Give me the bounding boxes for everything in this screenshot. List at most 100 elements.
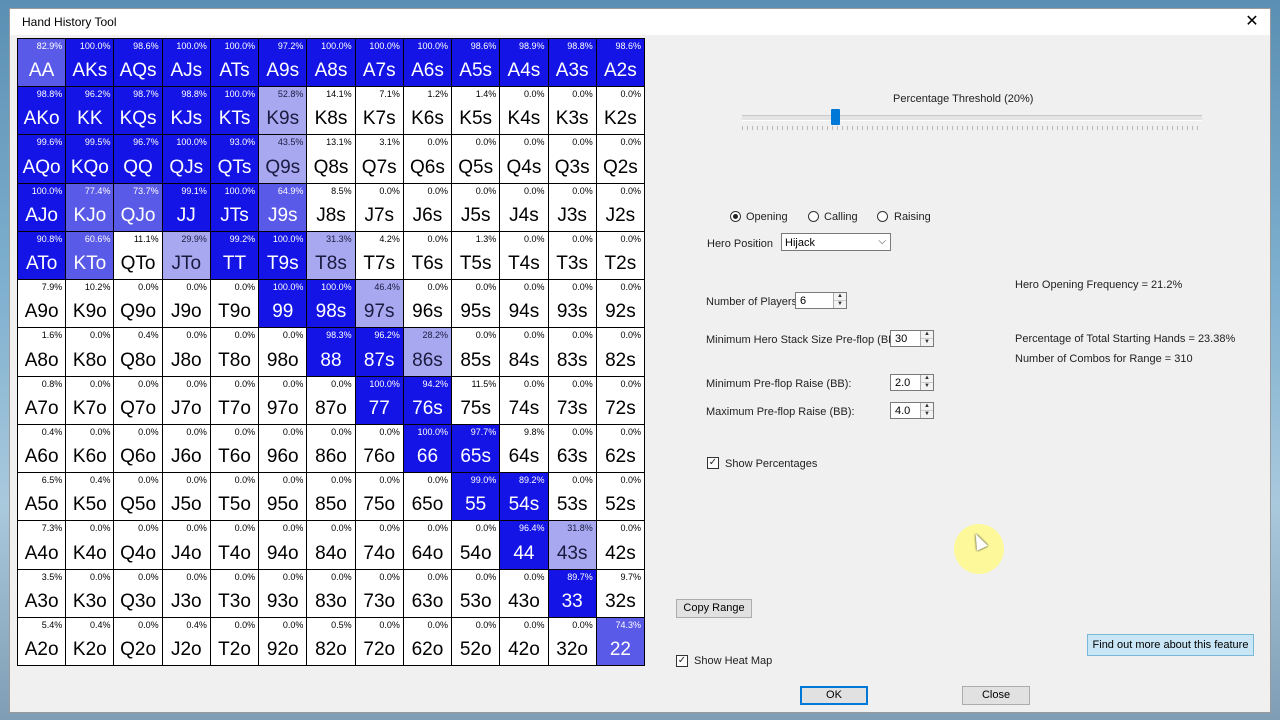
show-heat-map-checkbox[interactable]: ✓: [676, 655, 688, 667]
hand-cell[interactable]: 90.8% ATo: [18, 231, 66, 280]
hand-cell[interactable]: 0.0% T4o: [210, 521, 259, 569]
hand-cell[interactable]: 100.0% A6s: [403, 39, 452, 87]
hand-cell[interactable]: 0.0% J7o: [162, 376, 210, 424]
hand-cell[interactable]: 0.0% 84s: [500, 328, 548, 376]
hand-cell[interactable]: 0.0% 94s: [500, 280, 548, 328]
hand-cell[interactable]: 0.0% 64o: [403, 521, 452, 569]
hand-cell[interactable]: 0.0% 93s: [548, 280, 596, 328]
hand-cell[interactable]: 9.8% 64s: [500, 424, 548, 473]
hand-cell[interactable]: 0.0% 82s: [596, 328, 644, 376]
hand-cell[interactable]: 0.4% A6o: [18, 424, 66, 473]
hand-cell[interactable]: 11.5% 75s: [452, 376, 500, 424]
hand-cell[interactable]: 7.9% A9o: [18, 280, 66, 328]
hand-cell[interactable]: 0.0% T8o: [210, 328, 259, 376]
hand-cell[interactable]: 0.0% Q4o: [114, 521, 162, 569]
hand-cell[interactable]: 0.0% 73o: [355, 569, 403, 617]
hand-cell[interactable]: 0.0% K4s: [500, 87, 548, 135]
hand-cell[interactable]: 0.0% 42o: [500, 617, 548, 665]
hand-cell[interactable]: 0.0% J4o: [162, 521, 210, 569]
hand-cell[interactable]: 0.0% J8o: [162, 328, 210, 376]
hand-cell[interactable]: 0.0% 62o: [403, 617, 452, 665]
hand-cell[interactable]: 0.0% T2s: [596, 231, 644, 280]
hand-cell[interactable]: 0.0% K7o: [66, 376, 114, 424]
hand-cell[interactable]: 0.0% K3o: [66, 569, 114, 617]
hand-cell[interactable]: 4.2% T7s: [355, 231, 403, 280]
hand-cell[interactable]: 31.3% T8s: [307, 231, 355, 280]
hand-cell[interactable]: 99.0% 55: [452, 473, 500, 521]
hand-cell[interactable]: 0.0% 96o: [259, 424, 307, 473]
hand-cell[interactable]: 97.7% 65s: [452, 424, 500, 473]
hand-cell[interactable]: 0.0% 95o: [259, 473, 307, 521]
hero-position-select[interactable]: Hijack ⌵: [781, 233, 891, 251]
hand-cell[interactable]: 100.0% 77: [355, 376, 403, 424]
hand-cell[interactable]: 0.0% 85s: [452, 328, 500, 376]
hand-cell[interactable]: 31.8% 43s: [548, 521, 596, 569]
hand-cell[interactable]: 0.0% 84o: [307, 521, 355, 569]
hand-cell[interactable]: 0.0% K8o: [66, 328, 114, 376]
ok-button[interactable]: OK: [800, 686, 868, 705]
hand-cell[interactable]: 98.8% KJs: [162, 87, 210, 135]
hand-cell[interactable]: 0.0% Q5o: [114, 473, 162, 521]
hand-cell[interactable]: 0.0% 95s: [452, 280, 500, 328]
hand-cell[interactable]: 100.0% 66: [403, 424, 452, 473]
hand-cell[interactable]: 100.0% AJo: [18, 183, 66, 231]
min-raise-stepper[interactable]: 2.0 ▲ ▼: [890, 374, 934, 391]
hand-cell[interactable]: 100.0% T9s: [259, 231, 307, 280]
max-raise-stepper[interactable]: 4.0 ▲ ▼: [890, 402, 934, 419]
hand-cell[interactable]: 98.9% A4s: [500, 39, 548, 87]
hand-cell[interactable]: 3.1% Q7s: [355, 135, 403, 183]
hand-cell[interactable]: 99.6% AQo: [18, 135, 66, 183]
spin-up-icon[interactable]: ▲: [921, 375, 933, 383]
spin-up-icon[interactable]: ▲: [834, 293, 846, 301]
hand-cell[interactable]: 98.8% AKo: [18, 87, 66, 135]
hand-cell[interactable]: 0.0% J3o: [162, 569, 210, 617]
hand-cell[interactable]: 0.0% K6o: [66, 424, 114, 473]
hand-cell[interactable]: 96.7% QQ: [114, 135, 162, 183]
hand-cell[interactable]: 13.1% Q8s: [307, 135, 355, 183]
hand-cell[interactable]: 96.2% 87s: [355, 328, 403, 376]
hand-cell[interactable]: 0.0% T7o: [210, 376, 259, 424]
hand-cell[interactable]: 0.0% J6s: [403, 183, 452, 231]
hand-cell[interactable]: 73.7% QJo: [114, 183, 162, 231]
hand-cell[interactable]: 100.0% ATs: [210, 39, 259, 87]
hand-cell[interactable]: 1.3% T5s: [452, 231, 500, 280]
find-out-more-button[interactable]: Find out more about this feature: [1087, 634, 1254, 656]
hand-cell[interactable]: 9.7% 32s: [596, 569, 644, 617]
hand-cell[interactable]: 0.5% 82o: [307, 617, 355, 665]
hand-cell[interactable]: 46.4% 97s: [355, 280, 403, 328]
hand-cell[interactable]: 100.0% QJs: [162, 135, 210, 183]
hand-cell[interactable]: 98.6% A2s: [596, 39, 644, 87]
hand-cell[interactable]: 98.7% KQs: [114, 87, 162, 135]
hand-cell[interactable]: 0.0% 74o: [355, 521, 403, 569]
hand-cell[interactable]: 0.0% 92s: [596, 280, 644, 328]
hand-cell[interactable]: 7.1% K7s: [355, 87, 403, 135]
hand-cell[interactable]: 99.2% TT: [210, 231, 259, 280]
hand-cell[interactable]: 0.0% T4s: [500, 231, 548, 280]
radio-raising[interactable]: [877, 211, 888, 222]
hand-cell[interactable]: 0.0% 75o: [355, 473, 403, 521]
hand-cell[interactable]: 100.0% AKs: [66, 39, 114, 87]
hand-cell[interactable]: 0.0% 96s: [403, 280, 452, 328]
radio-calling[interactable]: [808, 211, 819, 222]
hand-cell[interactable]: 0.0% 63s: [548, 424, 596, 473]
hand-cell[interactable]: 0.0% 98o: [259, 328, 307, 376]
hand-cell[interactable]: 0.0% 97o: [259, 376, 307, 424]
hand-cell[interactable]: 0.0% J9o: [162, 280, 210, 328]
spin-down-icon[interactable]: ▼: [921, 411, 933, 419]
hand-cell[interactable]: 0.0% T9o: [210, 280, 259, 328]
spin-up-icon[interactable]: ▲: [921, 403, 933, 411]
hand-cell[interactable]: 0.0% 72o: [355, 617, 403, 665]
hand-cell[interactable]: 89.7% 33: [548, 569, 596, 617]
spin-down-icon[interactable]: ▼: [921, 383, 933, 391]
hand-cell[interactable]: 0.4% J2o: [162, 617, 210, 665]
hand-cell[interactable]: 0.0% 52s: [596, 473, 644, 521]
hand-cell[interactable]: 60.6% KTo: [66, 231, 114, 280]
hand-cell[interactable]: 0.0% J4s: [500, 183, 548, 231]
hand-cell[interactable]: 0.0% K4o: [66, 521, 114, 569]
spin-up-icon[interactable]: ▲: [921, 331, 933, 339]
hand-cell[interactable]: 100.0% KTs: [210, 87, 259, 135]
hand-cell[interactable]: 0.8% A7o: [18, 376, 66, 424]
hand-cell[interactable]: 94.2% 76s: [403, 376, 452, 424]
spin-down-icon[interactable]: ▼: [921, 339, 933, 347]
hand-cell[interactable]: 99.1% JJ: [162, 183, 210, 231]
